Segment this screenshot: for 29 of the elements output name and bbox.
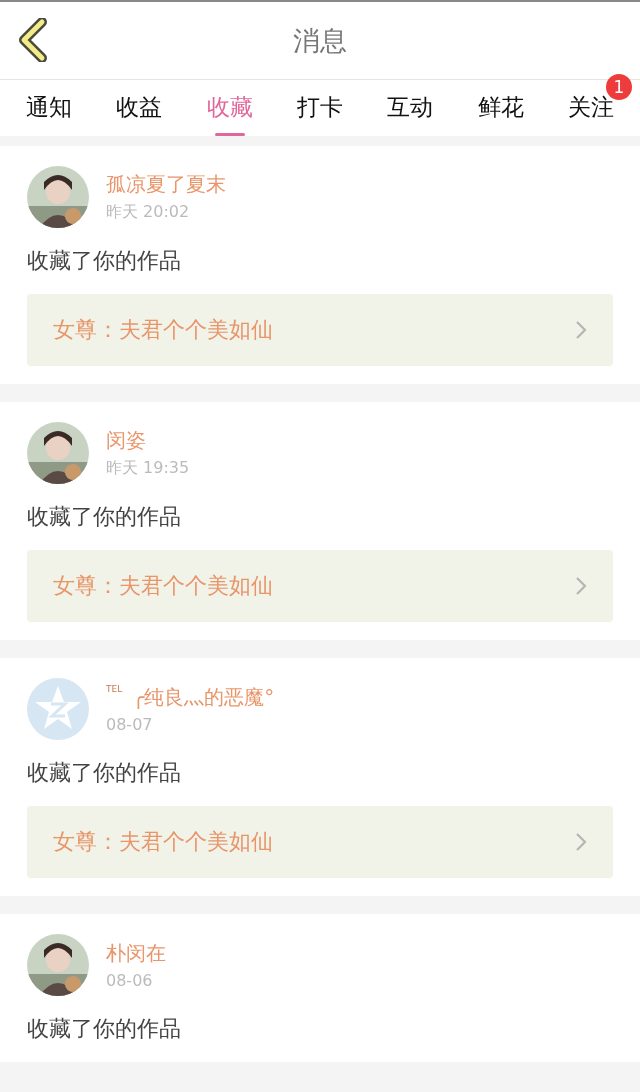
tab-indicator (214, 133, 245, 136)
tab[interactable]: 鲜花 (477, 92, 524, 136)
tab[interactable]: 打卡 (297, 92, 343, 136)
timestamp: 昨天 20:02 (106, 202, 191, 223)
timestamp: 08-06 (106, 971, 154, 990)
chevron-right-icon (575, 320, 587, 340)
user-name[interactable]: 朴闵在 (106, 940, 166, 967)
user-name[interactable]: ╭纯良灬的恶魔° (132, 684, 275, 711)
message-text: 收藏了你的作品 (27, 503, 182, 531)
message-text: 收藏了你的作品 (27, 247, 182, 275)
work-link[interactable]: 女尊：夫君个个美如仙 (27, 294, 613, 366)
page-title: 消息 (293, 23, 347, 58)
work-link[interactable]: 女尊：夫君个个美如仙 (27, 550, 613, 622)
timestamp: 08-07 (106, 715, 154, 734)
tab[interactable]: 收益 (116, 92, 163, 136)
work-link[interactable]: 女尊：夫君个个美如仙 (27, 806, 613, 878)
back-icon[interactable] (16, 18, 48, 62)
chevron-right-icon (575, 832, 587, 852)
tab[interactable]: 通知 (26, 92, 72, 136)
message-text: 收藏了你的作品 (27, 1015, 182, 1043)
name-tag: TEL (106, 684, 123, 694)
timestamp: 昨天 19:35 (106, 458, 190, 479)
message-text: 收藏了你的作品 (27, 759, 182, 787)
chevron-right-icon (575, 576, 587, 596)
user-name[interactable]: 孤凉夏了夏末 (106, 171, 226, 198)
tab[interactable]: 互动 (387, 92, 434, 136)
default-avatar-icon (27, 678, 89, 740)
tab[interactable]: 收藏 (206, 92, 253, 136)
user-name[interactable]: 闵姿 (106, 427, 146, 454)
